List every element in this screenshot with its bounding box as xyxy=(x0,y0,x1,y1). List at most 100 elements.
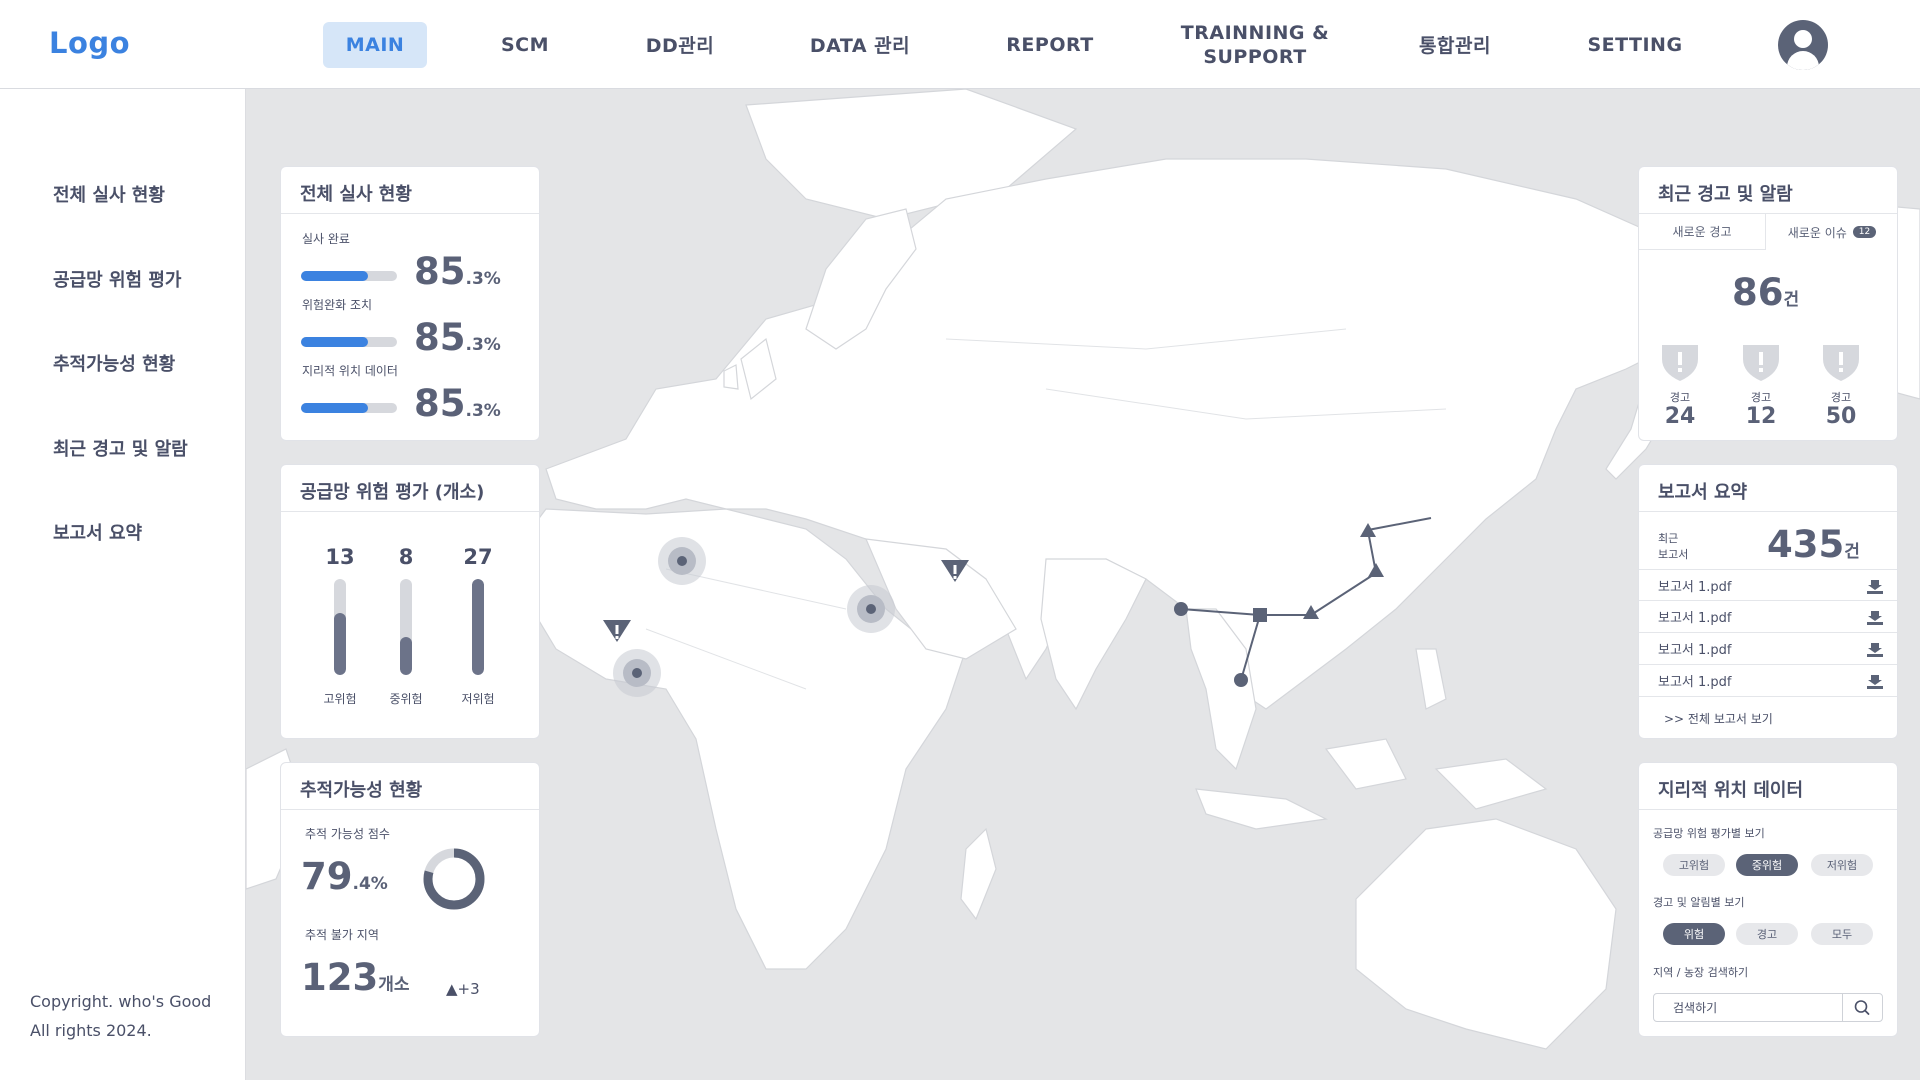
search-label: 지역 / 농장 검색하기 xyxy=(1653,966,1749,979)
nav-support-label: SUPPORT xyxy=(1203,45,1307,68)
alerts-card-title: 최근 경고 및 알람 xyxy=(1639,167,1897,214)
risk-mid-fill xyxy=(400,636,412,675)
report-file-name: 보고서 1.pdf xyxy=(1658,675,1732,690)
download-icon[interactable] xyxy=(1867,673,1883,689)
audit-row-3-bar xyxy=(301,403,397,413)
top-navigation: Logo MAIN SCM DD관리 DATA 관리 REPORT TRAINN… xyxy=(0,0,1920,89)
audit-row-2-value: 85.3% xyxy=(414,316,501,359)
download-icon[interactable] xyxy=(1867,609,1883,625)
alerts-total-unit: 건 xyxy=(1783,290,1800,310)
new-issues-badge: 12 xyxy=(1852,226,1877,238)
audit-row-1-dec: .3% xyxy=(465,269,501,289)
search-icon[interactable] xyxy=(1842,994,1882,1021)
audit-row-2-dec: .3% xyxy=(465,335,501,355)
download-icon[interactable] xyxy=(1867,578,1883,594)
nav-integrated-label: 통합관리 xyxy=(1419,35,1491,57)
nav-data-label: DATA 관리 xyxy=(809,35,911,57)
risk-high-fill xyxy=(334,612,346,675)
nav-scm[interactable]: SCM xyxy=(480,0,570,89)
copyright-line-2: All rights 2024. xyxy=(30,1021,152,1040)
risk-high-value: 13 xyxy=(325,545,355,569)
audit-row-1-value: 85.3% xyxy=(414,250,501,293)
sidebar-item-audit[interactable]: 전체 실사 현황 xyxy=(53,181,165,207)
trace-score-dec: .4% xyxy=(352,874,388,894)
report-count-num: 435 xyxy=(1767,523,1845,566)
filter-mid-risk[interactable]: 중위험 xyxy=(1736,854,1798,876)
trace-unreach-unit: 개소 xyxy=(378,975,410,995)
geo-card-title: 지리적 위치 데이터 xyxy=(1639,763,1897,810)
report-file-name: 보고서 1.pdf xyxy=(1658,643,1732,658)
nav-report[interactable]: REPORT xyxy=(990,0,1110,89)
risk-low-label: 저위험 xyxy=(461,692,495,706)
report-count-unit: 건 xyxy=(1844,542,1860,562)
report-file-row[interactable]: 보고서 1.pdf xyxy=(1639,665,1897,697)
filter-low-risk[interactable]: 저위험 xyxy=(1811,854,1873,876)
report-file-row[interactable]: 보고서 1.pdf xyxy=(1639,601,1897,633)
nav-main[interactable]: MAIN xyxy=(322,0,428,89)
risk-high-label: 고위험 xyxy=(323,692,357,706)
risk-card-title: 공급망 위험 평가 (개소) xyxy=(281,465,539,512)
view-all-reports-link[interactable]: >> 전체 보고서 보기 xyxy=(1664,710,1773,727)
geo-data-card: 지리적 위치 데이터 공급망 위험 평가별 보기 고위험 중위험 저위험 경고 … xyxy=(1638,762,1898,1037)
nav-setting[interactable]: SETTING xyxy=(1575,0,1695,89)
risk-low-fill xyxy=(472,579,484,675)
sidebar-item-trace[interactable]: 추적가능성 현황 xyxy=(53,350,175,376)
audit-status-card: 전체 실사 현황 실사 완료 85.3% 위험완화 조치 85.3% 지리적 위… xyxy=(280,166,540,441)
trace-card-title: 추적가능성 현황 xyxy=(281,763,539,810)
nav-integrated[interactable]: 통합관리 xyxy=(1400,0,1510,89)
copyright: Copyright. who's Good All rights 2024. xyxy=(30,987,211,1045)
nav-training-support[interactable]: TRAINNING & SUPPORT xyxy=(1170,0,1340,89)
report-file-row[interactable]: 보고서 1.pdf xyxy=(1639,633,1897,665)
alerts-total-num: 86 xyxy=(1732,271,1784,314)
sidebar-item-risk[interactable]: 공급망 위험 평가 xyxy=(53,266,181,292)
risk-high-bar xyxy=(334,579,346,675)
avatar-body xyxy=(1787,51,1819,70)
trace-score-donut xyxy=(423,848,485,910)
report-file-name: 보고서 1.pdf xyxy=(1658,579,1732,595)
risk-filter-label: 공급망 위험 평가별 보기 xyxy=(1653,827,1765,840)
trace-delta: ▲+3 xyxy=(446,980,480,998)
sidebar-item-alerts[interactable]: 최근 경고 및 알람 xyxy=(53,435,188,461)
recent-report-label-2: 보고서 xyxy=(1658,548,1689,561)
sidebar: 전체 실사 현황 공급망 위험 평가 추적가능성 현황 최근 경고 및 알람 보… xyxy=(0,89,246,1080)
report-file-row[interactable]: 보고서 1.pdf xyxy=(1639,569,1897,601)
download-icon[interactable] xyxy=(1867,641,1883,657)
supply-risk-card: 공급망 위험 평가 (개소) 13 고위험 8 중위험 27 저위험 xyxy=(280,464,540,739)
region-search xyxy=(1653,993,1883,1022)
filter-warning[interactable]: 경고 xyxy=(1736,923,1798,945)
user-icon[interactable] xyxy=(1778,20,1828,70)
risk-low-value: 27 xyxy=(463,545,493,569)
trace-score-label: 추적 가능성 점수 xyxy=(305,827,390,841)
report-count: 435건 xyxy=(1767,523,1860,566)
trace-score-int: 79 xyxy=(301,855,353,898)
risk-mid-value: 8 xyxy=(398,545,414,569)
filter-all[interactable]: 모두 xyxy=(1811,923,1873,945)
tab-new-issues-label: 새로운 이슈 xyxy=(1787,225,1847,240)
sidebar-item-reports[interactable]: 보고서 요약 xyxy=(53,519,142,545)
nav-data[interactable]: DATA 관리 xyxy=(795,0,925,89)
traceability-card: 추적가능성 현황 추적 가능성 점수 79.4% 추적 불가 지역 123개소 … xyxy=(280,762,540,1037)
audit-row-2-label: 위험완화 조치 xyxy=(302,298,373,312)
nav-scm-label: SCM xyxy=(500,33,550,56)
alert-3-label: 경고 xyxy=(1830,391,1852,404)
audit-row-1-bar xyxy=(301,271,397,281)
nav-training-label: TRAINNING & xyxy=(1180,21,1330,44)
nav-dd-label: DD관리 xyxy=(645,35,715,57)
search-input[interactable] xyxy=(1654,994,1843,1021)
filter-high-risk[interactable]: 고위험 xyxy=(1663,854,1725,876)
alert-3-value: 50 xyxy=(1825,404,1857,429)
audit-card-title: 전체 실사 현황 xyxy=(281,167,539,214)
nav-dd[interactable]: DD관리 xyxy=(630,0,730,89)
audit-row-2-bar xyxy=(301,337,397,347)
audit-row-2-int: 85 xyxy=(414,316,466,359)
logo[interactable]: Logo xyxy=(49,26,130,60)
risk-mid-label: 중위험 xyxy=(389,692,423,706)
trace-unreach-value: 123개소 xyxy=(301,956,410,999)
warning-shield-icon xyxy=(1662,345,1698,381)
tab-new-alerts[interactable]: 새로운 경고 xyxy=(1639,214,1766,250)
risk-low-bar xyxy=(472,579,484,675)
audit-row-1-fill xyxy=(301,271,369,281)
tab-new-alerts-label: 새로운 경고 xyxy=(1672,225,1732,239)
filter-danger[interactable]: 위험 xyxy=(1663,923,1725,945)
tab-new-issues[interactable]: 새로운 이슈 12 xyxy=(1767,214,1897,250)
